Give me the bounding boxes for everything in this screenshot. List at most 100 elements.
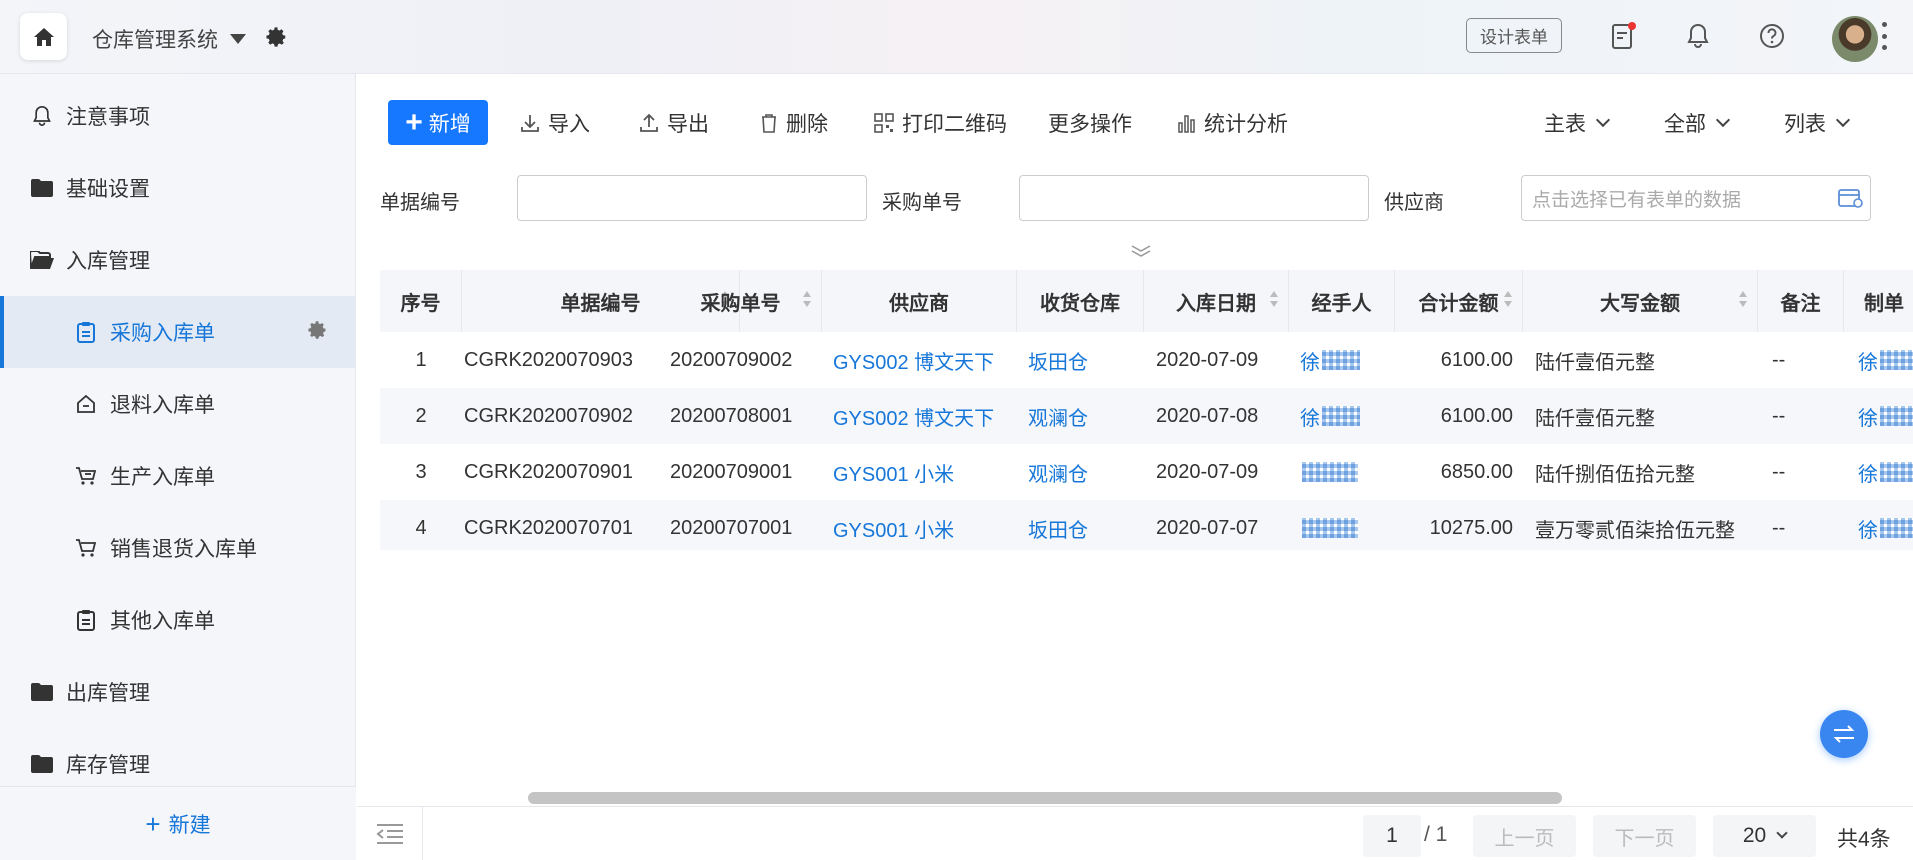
- cell-date: 2020-07-09: [1156, 348, 1259, 371]
- export-button[interactable]: 导出: [639, 100, 709, 145]
- sidebar-item-other-inbound[interactable]: 其他入库单: [0, 584, 356, 656]
- cell-maker-link[interactable]: 徐: [1858, 332, 1913, 388]
- view-mode-dropdown[interactable]: 列表: [1784, 100, 1851, 145]
- cell-supplier-link[interactable]: GYS001 小米: [833, 444, 954, 500]
- help-button[interactable]: [1758, 22, 1786, 50]
- clipboard-icon: [74, 320, 98, 344]
- cell-doc-no: CGRK2020070701: [464, 516, 634, 539]
- cell-warehouse-link[interactable]: 观澜仓: [1028, 388, 1088, 444]
- doc-no-input[interactable]: [517, 175, 867, 221]
- page-size-select[interactable]: 20: [1713, 815, 1816, 857]
- page-size-value: 20: [1742, 824, 1767, 847]
- cell-date: 2020-07-09: [1156, 460, 1259, 483]
- sidebar-item-production-inbound[interactable]: 生产入库单: [0, 440, 356, 512]
- sidebar-item-return-material[interactable]: 退料入库单: [0, 368, 356, 440]
- import-label: 导入: [548, 112, 590, 136]
- sidebar-item-label: 注意事项: [66, 106, 150, 129]
- cell-doc-no: CGRK2020070902: [464, 404, 634, 427]
- cell-handler-link[interactable]: [1300, 500, 1358, 550]
- plus-icon: +: [145, 808, 161, 839]
- cell-supplier-link[interactable]: GYS001 小米: [833, 500, 954, 550]
- cell-handler-link[interactable]: 徐: [1300, 388, 1360, 444]
- table-row[interactable]: 2 CGRK2020070902 20200708001 GYS002 博文天下…: [380, 388, 1913, 444]
- float-action-button[interactable]: [1820, 710, 1868, 758]
- cell-maker-link[interactable]: 徐: [1858, 388, 1913, 444]
- po-no-input[interactable]: [1019, 175, 1369, 221]
- column-header[interactable]: 合计金额: [1395, 270, 1523, 332]
- task-list-button[interactable]: [1610, 22, 1638, 50]
- cell-handler-link[interactable]: 徐: [1300, 332, 1360, 388]
- cell-supplier-link[interactable]: GYS002 博文天下: [833, 388, 994, 444]
- sidebar-new-button[interactable]: + 新建: [0, 786, 356, 860]
- sort-icon[interactable]: [1504, 291, 1512, 311]
- cell-handler-link[interactable]: [1300, 444, 1358, 500]
- doc-no-label: 单据编号: [380, 192, 460, 214]
- main-table-dropdown[interactable]: 主表: [1544, 100, 1611, 145]
- cell-maker-link[interactable]: 徐: [1858, 444, 1913, 500]
- column-header[interactable]: 入库日期: [1144, 270, 1289, 332]
- cell-amount-upper: 陆仟捌佰伍拾元整: [1535, 463, 1695, 486]
- column-header[interactable]: 采购单号: [660, 270, 822, 332]
- page-number-input[interactable]: 1: [1363, 815, 1421, 857]
- all-dropdown[interactable]: 全部: [1664, 100, 1731, 145]
- cell-po-no: 20200707001: [670, 516, 793, 539]
- sort-icon[interactable]: [1270, 291, 1278, 311]
- sidebar-item-notes[interactable]: 注意事项: [0, 80, 356, 152]
- table-row[interactable]: 3 CGRK2020070901 20200709001 GYS001 小米 观…: [380, 444, 1913, 500]
- cell-maker-link[interactable]: 徐: [1858, 500, 1913, 550]
- cell-warehouse-link[interactable]: 坂田仓: [1028, 500, 1088, 550]
- sidebar-item-label: 生产入库单: [110, 466, 215, 489]
- column-header[interactable]: 备注: [1758, 270, 1844, 332]
- table-row[interactable]: 1 CGRK2020070903 20200709002 GYS002 博文天下…: [380, 332, 1913, 388]
- export-label: 导出: [667, 112, 709, 136]
- prev-page-button[interactable]: 上一页: [1473, 815, 1576, 857]
- sidebar: 注意事项 基础设置 入库管理 采购入库单 退料入库单 生产入库单 销售退货入库单…: [0, 74, 356, 860]
- cell-warehouse-link[interactable]: 观澜仓: [1028, 444, 1088, 500]
- import-button[interactable]: 导入: [520, 100, 590, 145]
- sidebar-item-outbound[interactable]: 出库管理: [0, 656, 356, 728]
- cell-amount: 6100.00: [1440, 348, 1513, 371]
- more-vertical-icon[interactable]: [1882, 22, 1888, 50]
- top-bar: 仓库管理系统 设计表单: [0, 0, 1913, 74]
- column-header[interactable]: 收货仓库: [1017, 270, 1144, 332]
- cell-date: 2020-07-08: [1156, 404, 1259, 427]
- app-settings-button[interactable]: [266, 26, 288, 54]
- column-header[interactable]: 供应商: [822, 270, 1017, 332]
- notifications-button[interactable]: [1684, 22, 1712, 50]
- cell-supplier-link[interactable]: GYS002 博文天下: [833, 332, 994, 388]
- sidebar-item-basic-settings[interactable]: 基础设置: [0, 152, 356, 224]
- next-page-button[interactable]: 下一页: [1593, 815, 1696, 857]
- collapse-sidebar-button[interactable]: [357, 807, 423, 860]
- column-header[interactable]: 序号: [380, 270, 462, 332]
- redacted-name: [1302, 462, 1358, 482]
- column-header[interactable]: 经手人: [1289, 270, 1395, 332]
- delete-button[interactable]: 删除: [760, 100, 828, 145]
- more-label: 更多操作: [1048, 112, 1132, 136]
- sort-icon[interactable]: [1739, 291, 1747, 311]
- more-actions-button[interactable]: 更多操作: [1048, 100, 1132, 145]
- home-button[interactable]: [20, 13, 67, 60]
- chevron-down-icon: [1715, 112, 1731, 127]
- app-switcher[interactable]: 仓库管理系统: [92, 24, 246, 54]
- gear-icon[interactable]: [308, 320, 328, 346]
- total-pages: / 1: [1424, 823, 1448, 846]
- horizontal-scrollbar[interactable]: [528, 792, 1562, 804]
- sort-icon[interactable]: [803, 291, 811, 311]
- stats-button[interactable]: 统计分析: [1178, 100, 1288, 145]
- table-row[interactable]: 4 CGRK2020070701 20200707001 GYS001 小米 坂…: [380, 500, 1913, 550]
- sidebar-item-sales-return[interactable]: 销售退货入库单: [0, 512, 356, 584]
- supplier-picker[interactable]: 点击选择已有表单的数据: [1521, 175, 1871, 221]
- bell-icon: [1687, 23, 1709, 48]
- cell-warehouse-link[interactable]: 坂田仓: [1028, 332, 1088, 388]
- redacted-name: [1880, 406, 1913, 426]
- sidebar-item-purchase-inbound[interactable]: 采购入库单: [0, 296, 356, 368]
- sidebar-item-inbound[interactable]: 入库管理: [0, 224, 356, 296]
- design-form-button[interactable]: 设计表单: [1466, 18, 1562, 53]
- add-button[interactable]: + 新增: [388, 100, 488, 145]
- print-qr-button[interactable]: 打印二维码: [874, 100, 1007, 145]
- column-header[interactable]: 制单: [1844, 270, 1913, 332]
- column-header[interactable]: 大写金额: [1523, 270, 1758, 332]
- user-avatar[interactable]: [1832, 16, 1878, 62]
- collapse-filters-icon[interactable]: [1130, 244, 1152, 258]
- main-table-label: 主表: [1544, 112, 1586, 136]
